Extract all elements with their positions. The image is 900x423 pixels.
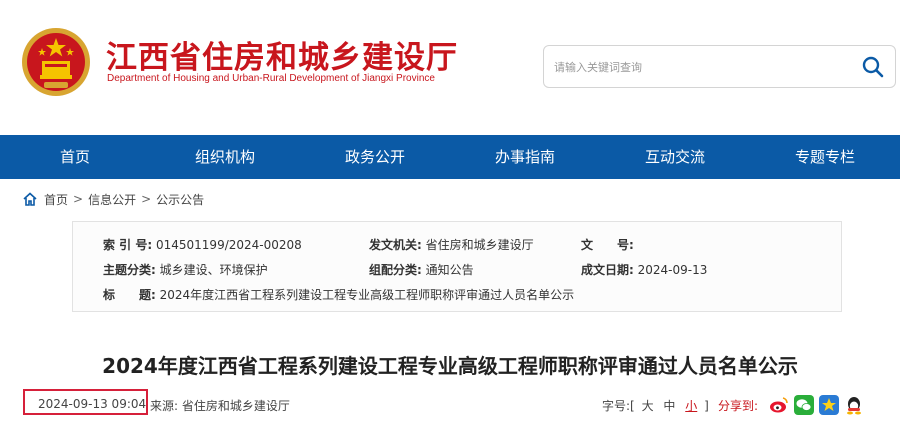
- issuer-row: 发文机关: 省住房和城乡建设厅: [369, 236, 534, 253]
- share-label: 分享到:: [718, 399, 759, 413]
- document-info-table: 索 引 号: 014501199/2024-00208 发文机关: 省住房和城乡…: [72, 221, 842, 312]
- source-label: 来源:: [150, 399, 179, 413]
- topic-label: 主题分类:: [103, 263, 156, 277]
- font-size-control: 字号:[ 大 中 小 ]: [602, 397, 709, 414]
- index-number-value: 014501199/2024-00208: [155, 238, 302, 252]
- publish-date: 2024-09-13 09:04: [38, 397, 147, 411]
- wechat-share-icon[interactable]: [794, 395, 814, 415]
- nav-item-special-topics[interactable]: 专题专栏: [750, 135, 900, 179]
- font-small-button[interactable]: 小: [685, 399, 697, 413]
- qzone-share-icon[interactable]: [819, 395, 839, 415]
- national-emblem-icon: [22, 28, 90, 96]
- nav-item-organization[interactable]: 组织机构: [150, 135, 300, 179]
- issuer-value: 省住房和城乡建设厅: [425, 238, 534, 252]
- article-title: 2024年度江西省工程系列建设工程专业高级工程师职称评审通过人员名单公示: [102, 354, 798, 378]
- doc-title-value: 2024年度江西省工程系列建设工程专业高级工程师职称评审通过人员名单公示: [159, 288, 575, 302]
- nav-item-service-guide[interactable]: 办事指南: [450, 135, 600, 179]
- font-large-button[interactable]: 大: [642, 399, 654, 413]
- home-icon[interactable]: [22, 191, 38, 207]
- breadcrumb-home[interactable]: 首页: [44, 191, 68, 208]
- search-icon[interactable]: [861, 55, 885, 79]
- breadcrumb: 首页 > 信息公开 > 公示公告: [22, 189, 204, 209]
- article-meta-row: 2024-09-13 09:04 来源: 省住房和城乡建设厅 字号:[ 大 中 …: [0, 389, 900, 423]
- topic-row: 主题分类: 城乡建设、环境保护: [103, 261, 268, 278]
- site-header: 江西省住房和城乡建设厅 Department of Housing and Ur…: [0, 0, 900, 135]
- breadcrumb-separator: >: [141, 192, 152, 206]
- written-date-value: 2024-09-13: [637, 263, 708, 277]
- doc-number-row: 文 号:: [581, 236, 634, 253]
- search-input[interactable]: [554, 56, 844, 78]
- index-number-row: 索 引 号: 014501199/2024-00208: [103, 236, 302, 253]
- font-size-label: 字号:[: [602, 399, 635, 413]
- nav-item-interaction[interactable]: 互动交流: [600, 135, 750, 179]
- site-title: 江西省住房和城乡建设厅: [106, 40, 458, 76]
- category-label: 组配分类:: [369, 263, 422, 277]
- font-medium-button[interactable]: 中: [663, 399, 675, 413]
- category-row: 组配分类: 通知公告: [369, 261, 474, 278]
- breadcrumb-info-disclosure[interactable]: 信息公开: [88, 191, 136, 208]
- search-box: [543, 45, 896, 88]
- doc-title-row: 标 题: 2024年度江西省工程系列建设工程专业高级工程师职称评审通过人员名单公…: [103, 286, 574, 303]
- nav-item-home[interactable]: 首页: [0, 135, 150, 179]
- main-nav: 首页 组织机构 政务公开 办事指南 互动交流 专题专栏: [0, 135, 900, 179]
- breadcrumb-announcements[interactable]: 公示公告: [156, 191, 204, 208]
- doc-title-label: 标 题:: [103, 288, 156, 302]
- font-size-bracket: ]: [704, 399, 709, 413]
- article-source: 来源: 省住房和城乡建设厅: [150, 397, 290, 414]
- category-value: 通知公告: [425, 263, 474, 277]
- written-date-row: 成文日期: 2024-09-13: [581, 261, 707, 278]
- breadcrumb-separator: >: [73, 192, 84, 206]
- qq-share-icon[interactable]: [844, 395, 864, 415]
- weibo-share-icon[interactable]: [769, 395, 789, 415]
- index-number-label: 索 引 号:: [103, 238, 153, 252]
- issuer-label: 发文机关:: [369, 238, 422, 252]
- source-value: 省住房和城乡建设厅: [181, 399, 290, 413]
- nav-item-government-affairs[interactable]: 政务公开: [300, 135, 450, 179]
- doc-number-label: 文 号:: [581, 238, 634, 252]
- site-subtitle: Department of Housing and Urban-Rural De…: [107, 73, 435, 84]
- topic-value: 城乡建设、环境保护: [159, 263, 268, 277]
- written-date-label: 成文日期:: [581, 263, 634, 277]
